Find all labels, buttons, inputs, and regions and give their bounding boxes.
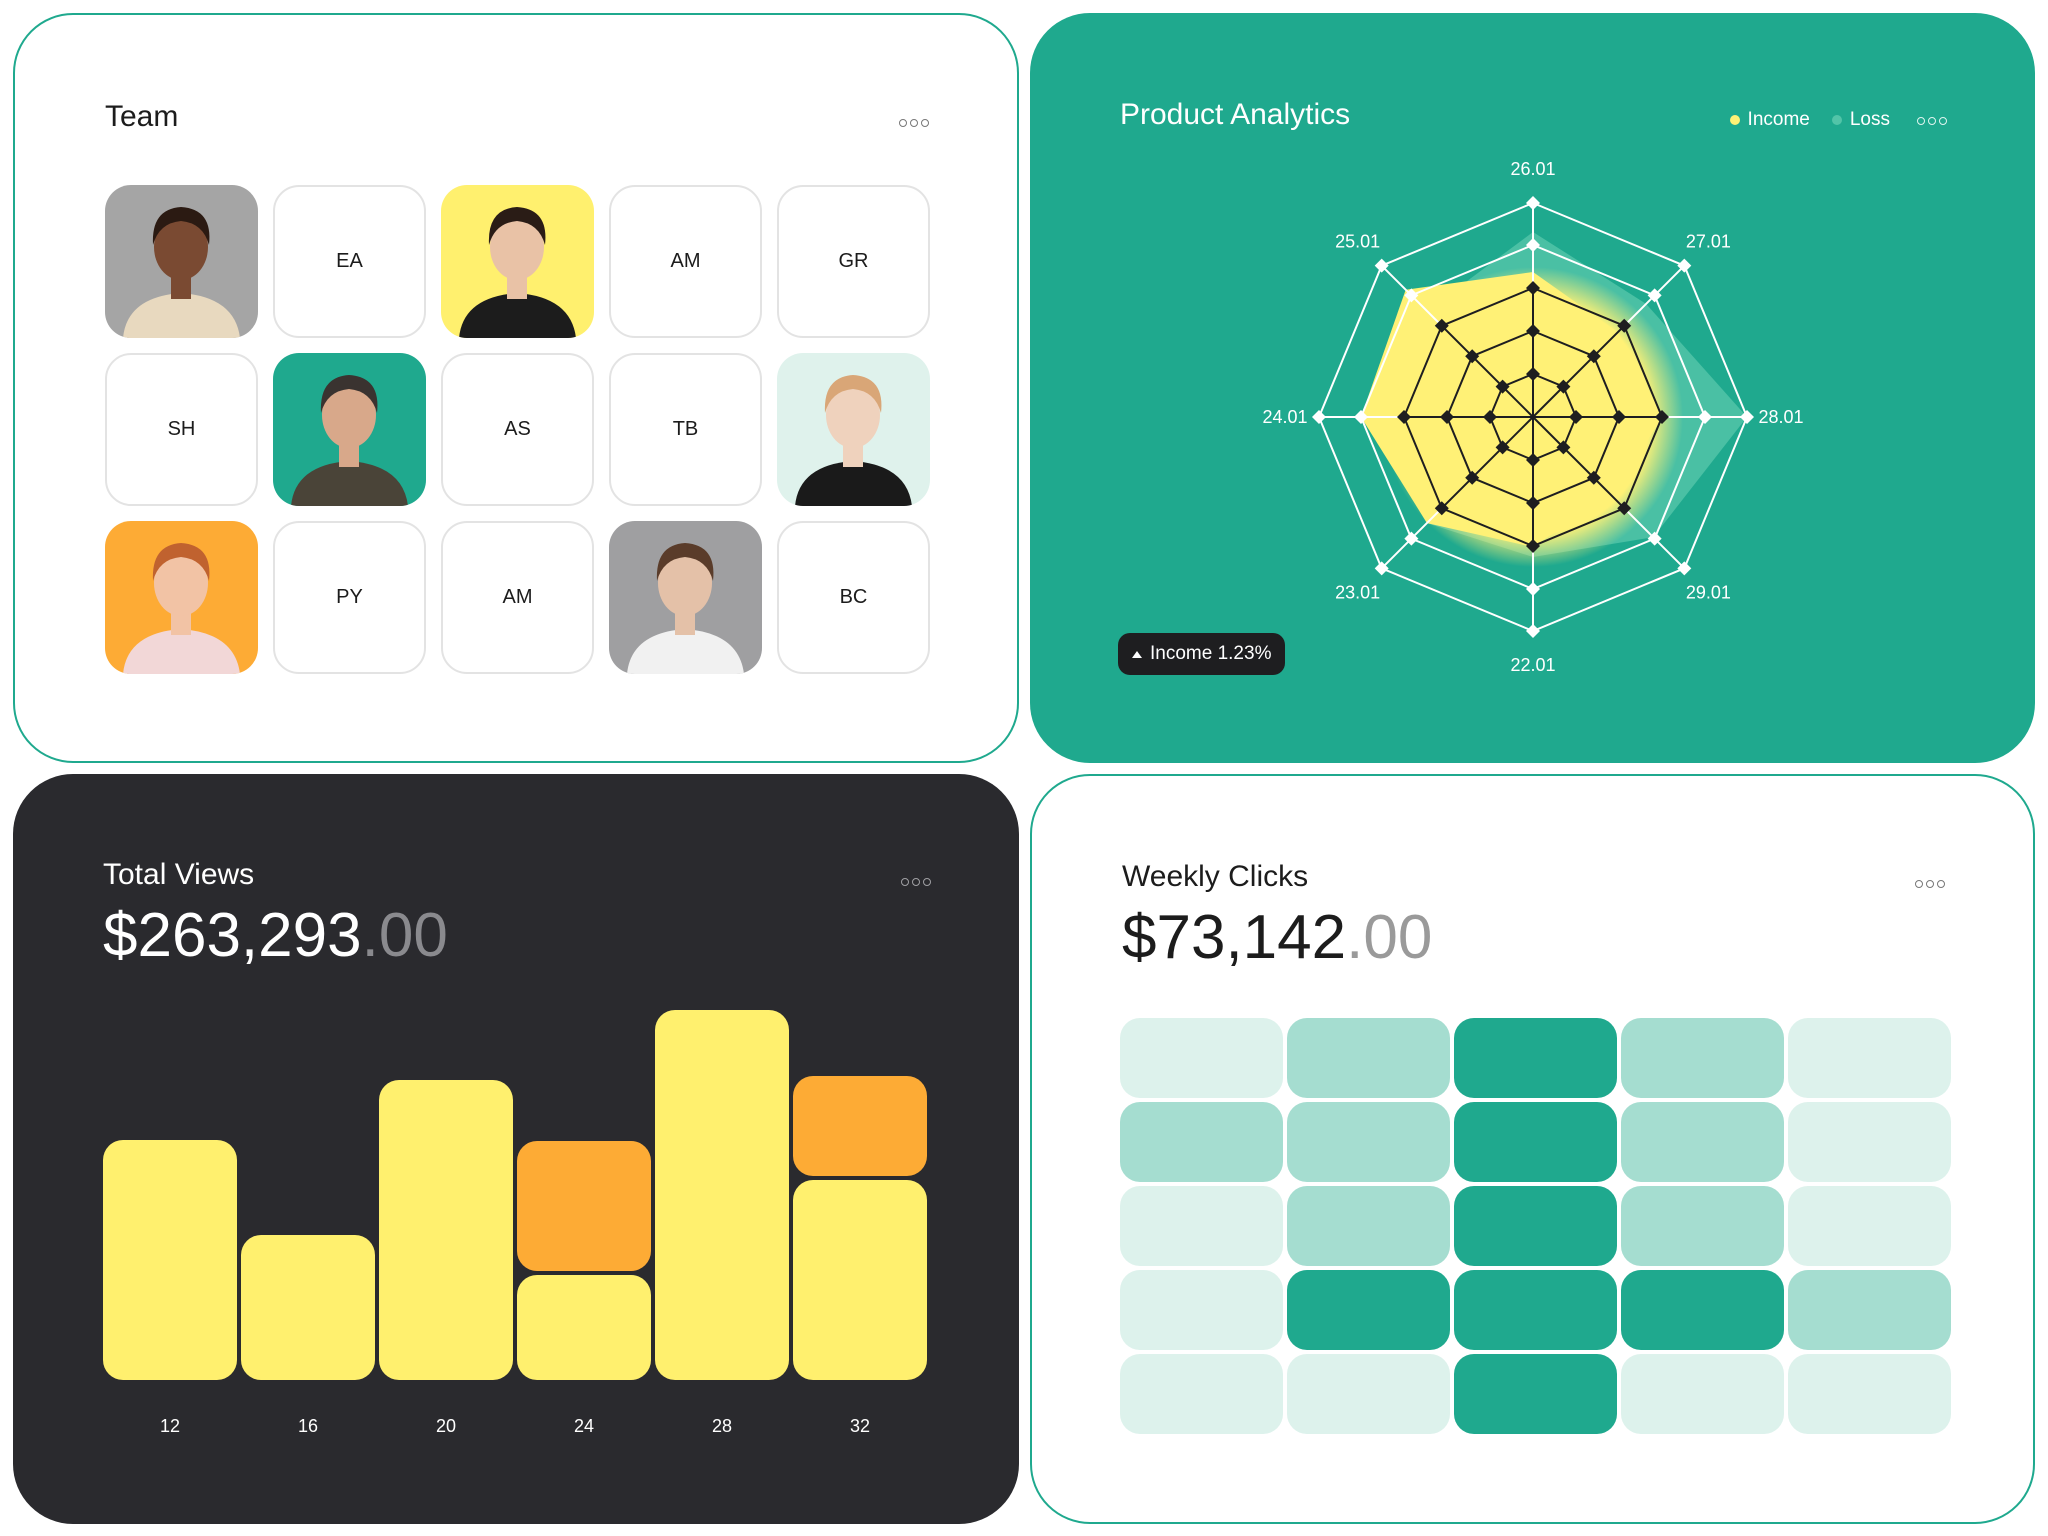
team-member-avatar[interactable] <box>609 521 762 674</box>
member-initials-label: SH <box>167 418 196 440</box>
clicks-more-icon[interactable] <box>1915 880 1945 888</box>
bar-12[interactable] <box>103 1140 237 1380</box>
heatmap-cell[interactable] <box>1621 1102 1784 1182</box>
clicks-heatmap <box>1120 1018 1951 1434</box>
team-member-initials[interactable]: AM <box>441 521 594 674</box>
x-tick-label: 24 <box>574 1416 594 1436</box>
member-initials-label: PY <box>336 586 363 608</box>
heatmap-cell[interactable] <box>1621 1186 1784 1266</box>
avatar-portrait-icon <box>123 543 240 674</box>
heatmap-cell[interactable] <box>1788 1102 1951 1182</box>
avatar-portrait-icon <box>291 375 408 506</box>
avatar-portrait-icon <box>627 543 744 674</box>
heatmap-cell[interactable] <box>1788 1018 1951 1098</box>
heatmap-cell[interactable] <box>1287 1270 1450 1350</box>
heatmap-cell[interactable] <box>1454 1270 1617 1350</box>
radar-axis-label: 27.01 <box>1686 232 1731 252</box>
bar-32[interactable] <box>793 1180 927 1380</box>
radar-axis-label: 28.01 <box>1758 407 1803 427</box>
x-tick-label: 28 <box>712 1416 732 1436</box>
radar-axis-label: 22.01 <box>1510 655 1555 675</box>
team-member-initials[interactable]: BC <box>777 521 930 674</box>
clicks-amount-cents: .00 <box>1346 903 1433 972</box>
heatmap-cell[interactable] <box>1621 1018 1784 1098</box>
heatmap-cell[interactable] <box>1454 1186 1617 1266</box>
heatmap-cell[interactable] <box>1788 1354 1951 1434</box>
radar-node <box>1526 196 1540 210</box>
x-tick-label: 20 <box>436 1416 456 1436</box>
bar-20[interactable] <box>379 1080 513 1380</box>
team-more-icon[interactable] <box>899 119 929 127</box>
heatmap-cell[interactable] <box>1788 1186 1951 1266</box>
radar-axis-label: 23.01 <box>1335 582 1380 602</box>
radar-axis-label: 24.01 <box>1262 407 1307 427</box>
heatmap-cell[interactable] <box>1287 1354 1450 1434</box>
x-tick-label: 16 <box>298 1416 318 1436</box>
team-card: Team EA AM GR SH AS TB PY AM BC <box>13 13 1019 763</box>
team-member-initials[interactable]: EA <box>273 185 426 338</box>
team-member-initials[interactable]: AM <box>609 185 762 338</box>
team-member-avatar[interactable] <box>777 353 930 506</box>
radar-axis-label: 26.01 <box>1510 159 1555 179</box>
bar-16[interactable] <box>241 1235 375 1380</box>
heatmap-cell[interactable] <box>1454 1354 1617 1434</box>
heatmap-cell[interactable] <box>1120 1270 1283 1350</box>
team-title: Team <box>105 100 179 133</box>
team-member-initials[interactable]: SH <box>105 353 258 506</box>
heatmap-cell[interactable] <box>1788 1270 1951 1350</box>
bar-24[interactable] <box>517 1275 651 1380</box>
team-member-avatar[interactable] <box>273 353 426 506</box>
heatmap-cell[interactable] <box>1120 1018 1283 1098</box>
arrow-up-icon <box>1132 650 1142 658</box>
clicks-amount: $73,142.00 <box>1122 902 1432 973</box>
views-card: Total Views $263,293.00 12 16 20 24 28 32 <box>13 774 1019 1524</box>
x-tick-label: 12 <box>160 1416 180 1436</box>
team-member-initials[interactable]: AS <box>441 353 594 506</box>
member-initials-label: AM <box>502 586 533 608</box>
member-initials-label: GR <box>838 250 869 272</box>
heatmap-cell[interactable] <box>1287 1018 1450 1098</box>
heatmap-cell[interactable] <box>1454 1018 1617 1098</box>
team-member-initials[interactable]: PY <box>273 521 426 674</box>
heatmap-cell[interactable] <box>1120 1354 1283 1434</box>
team-member-avatar[interactable] <box>105 521 258 674</box>
team-member-initials[interactable]: GR <box>777 185 930 338</box>
analytics-card: Product Analytics Income Loss 26.01 27.01… <box>1030 13 2035 763</box>
member-initials-label: TB <box>672 418 699 440</box>
team-member-avatar[interactable] <box>105 185 258 338</box>
heatmap-cell[interactable] <box>1120 1102 1283 1182</box>
clicks-title: Weekly Clicks <box>1122 860 1309 893</box>
team-grid: EA AM GR SH AS TB PY AM BC <box>105 185 930 674</box>
views-bar-chart: 12 16 20 24 28 32 <box>103 1010 927 1436</box>
member-initials-label: EA <box>336 250 363 272</box>
income-badge: Income 1.23% <box>1118 633 1286 675</box>
radar-node <box>1526 582 1540 596</box>
team-member-avatar[interactable] <box>441 185 594 338</box>
bar-28[interactable] <box>655 1010 789 1380</box>
heatmap-cell[interactable] <box>1621 1354 1784 1434</box>
clicks-card: Weekly Clicks $73,142.00 <box>1030 774 2035 1524</box>
heatmap-cell[interactable] <box>1120 1186 1283 1266</box>
heatmap-cell[interactable] <box>1454 1102 1617 1182</box>
radar-axis-label: 25.01 <box>1335 232 1380 252</box>
avatar-portrait-icon <box>459 207 576 338</box>
radar-node <box>1312 410 1326 424</box>
income-badge-label: Income 1.23% <box>1150 643 1272 664</box>
x-tick-label: 32 <box>850 1416 870 1436</box>
heatmap-cell[interactable] <box>1621 1270 1784 1350</box>
bar-32[interactable] <box>793 1076 927 1176</box>
clicks-amount-main: $73,142 <box>1122 903 1347 972</box>
bar-24[interactable] <box>517 1141 651 1271</box>
avatar-portrait-icon <box>795 375 912 506</box>
member-initials-label: AS <box>504 418 531 440</box>
heatmap-cell[interactable] <box>1287 1186 1450 1266</box>
radar-axis-label: 29.01 <box>1686 582 1731 602</box>
member-initials-label: AM <box>670 250 701 272</box>
heatmap-cell[interactable] <box>1287 1102 1450 1182</box>
radar-node <box>1526 624 1540 638</box>
member-initials-label: BC <box>839 586 868 608</box>
avatar-portrait-icon <box>123 207 240 338</box>
team-member-initials[interactable]: TB <box>609 353 762 506</box>
